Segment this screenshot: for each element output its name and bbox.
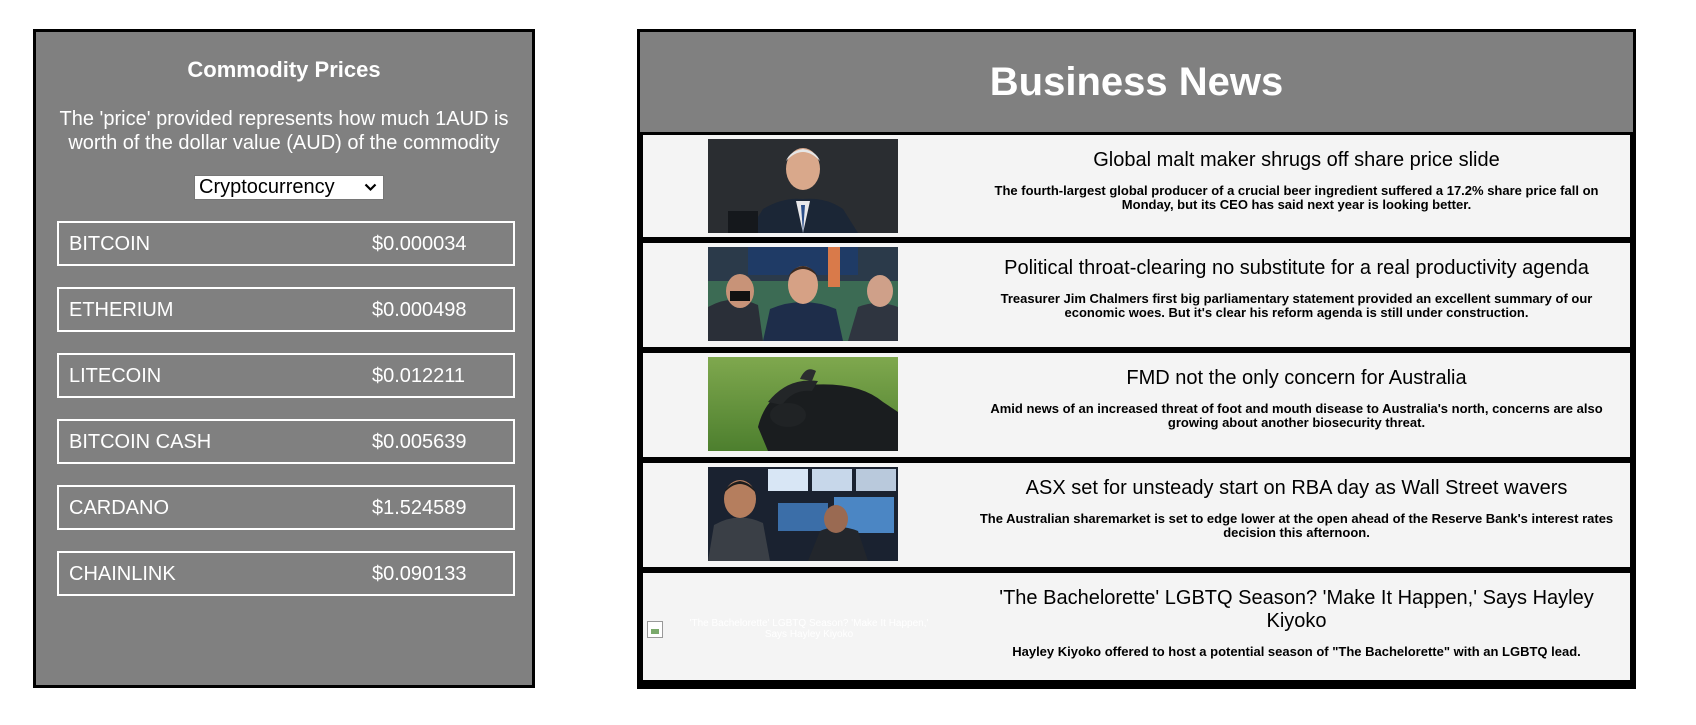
news-panel: Business News Global malt maker shrugs o… — [637, 29, 1636, 689]
news-article-summary: The fourth-largest global producer of a … — [994, 183, 1599, 212]
commodity-description: The 'price' provided represents how much… — [59, 108, 509, 154]
news-article-image[interactable] — [708, 357, 898, 451]
commodity-price: $0.012211 — [372, 365, 466, 387]
commodity-panel: Commodity Prices The 'price' provided re… — [33, 29, 535, 688]
news-article-headline[interactable]: FMD not the only concern for Australia — [978, 367, 1615, 390]
commodity-name: BITCOIN CASH — [69, 431, 212, 453]
news-article[interactable]: Political throat-clearing no substitute … — [643, 243, 1630, 347]
news-article-headline[interactable]: Global malt maker shrugs off share price… — [978, 149, 1615, 172]
commodity-title: Commodity Prices — [187, 57, 381, 82]
news-article-headline[interactable]: 'The Bachelorette' LGBTQ Season? 'Make I… — [978, 587, 1615, 633]
category-select-value: Cryptocurrency — [199, 176, 335, 198]
chevron-down-icon — [364, 180, 377, 195]
news-article-text: Political throat-clearing no substitute … — [978, 257, 1615, 320]
news-article-text: FMD not the only concern for Australia A… — [978, 367, 1615, 430]
category-select[interactable]: Cryptocurrency — [194, 175, 384, 200]
commodity-name: CARDANO — [69, 497, 170, 519]
news-header: Business News — [640, 32, 1633, 132]
news-article-image[interactable] — [708, 139, 898, 233]
news-article-image[interactable] — [708, 467, 898, 561]
commodity-row: ETHERIUM $0.000498 — [57, 287, 515, 332]
commodity-row: BITCOIN CASH $0.005639 — [57, 419, 515, 464]
news-title: Business News — [989, 59, 1284, 104]
commodity-price: $0.000498 — [372, 299, 467, 321]
commodity-row: BITCOIN $0.000034 — [57, 221, 515, 266]
news-article[interactable]: Global malt maker shrugs off share price… — [643, 135, 1630, 237]
news-article-summary: Hayley Kiyoko offered to host a potentia… — [1012, 644, 1581, 659]
news-article[interactable]: 'The Bachelorette' LGBTQ Season? 'Make I… — [643, 573, 1630, 680]
news-article-headline[interactable]: Political throat-clearing no substitute … — [978, 257, 1615, 280]
broken-image-icon — [647, 621, 663, 638]
commodity-name: LITECOIN — [69, 365, 162, 387]
news-article[interactable]: ASX set for unsteady start on RBA day as… — [643, 463, 1630, 567]
news-article-headline[interactable]: ASX set for unsteady start on RBA day as… — [978, 477, 1615, 500]
commodity-row: CARDANO $1.524589 — [57, 485, 515, 530]
commodity-name: ETHERIUM — [69, 299, 174, 321]
commodity-name: BITCOIN — [69, 233, 151, 255]
commodity-price: $0.005639 — [372, 431, 467, 453]
commodity-name: CHAINLINK — [69, 563, 176, 585]
news-article-summary: Treasurer Jim Chalmers first big parliam… — [1000, 291, 1593, 320]
news-article[interactable]: FMD not the only concern for Australia A… — [643, 353, 1630, 457]
commodity-price: $0.090133 — [372, 563, 467, 585]
news-article-summary: Amid news of an increased threat of foot… — [990, 401, 1603, 430]
news-article-summary: The Australian sharemarket is set to edg… — [979, 511, 1614, 540]
commodity-price: $1.524589 — [372, 497, 467, 519]
news-article-image[interactable] — [708, 247, 898, 341]
news-article-text: Global malt maker shrugs off share price… — [978, 149, 1615, 212]
commodity-row: LITECOIN $0.012211 — [57, 353, 515, 398]
news-article-image-alt: 'The Bachelorette' LGBTQ Season? 'Make I… — [689, 618, 929, 640]
commodity-price: $0.000034 — [372, 233, 467, 255]
news-article-text: ASX set for unsteady start on RBA day as… — [978, 477, 1615, 540]
news-article-image-broken[interactable]: 'The Bachelorette' LGBTQ Season? 'Make I… — [647, 618, 947, 642]
news-article-text: 'The Bachelorette' LGBTQ Season? 'Make I… — [978, 587, 1615, 659]
commodity-row: CHAINLINK $0.090133 — [57, 551, 515, 596]
